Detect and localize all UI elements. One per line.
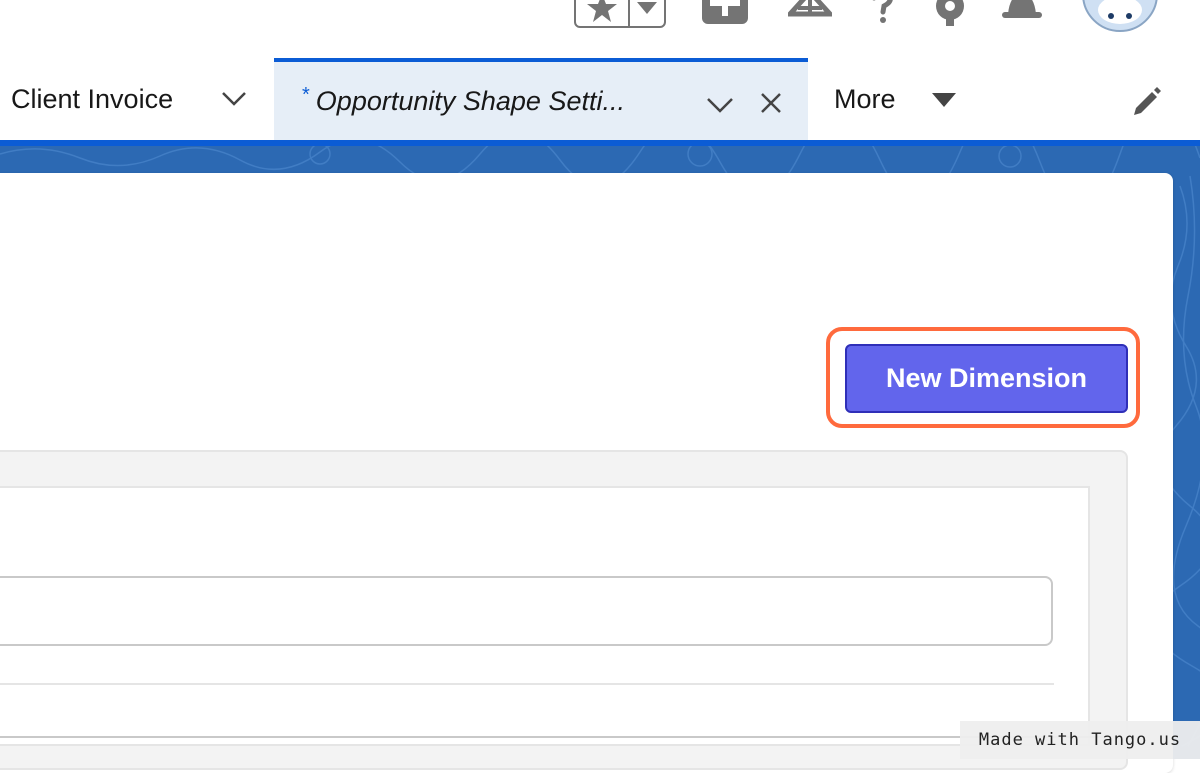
section-divider xyxy=(0,683,1054,685)
global-header xyxy=(0,0,1200,58)
favorites-menu-button[interactable] xyxy=(630,0,664,26)
notifications-button[interactable] xyxy=(1000,0,1044,24)
trailhead-icon xyxy=(788,0,832,17)
avatar[interactable] xyxy=(1082,0,1158,32)
caret-down-icon xyxy=(932,93,956,107)
tab-client-invoice[interactable]: Client Invoice xyxy=(0,58,272,140)
gear-icon xyxy=(936,0,964,26)
unsaved-marker: * xyxy=(302,83,310,106)
tab-opportunity-label: Opportunity Shape Setti... xyxy=(315,85,625,116)
favorites-group xyxy=(574,0,666,28)
chevron-down-icon[interactable] xyxy=(221,91,247,107)
favorite-star-button[interactable] xyxy=(576,0,630,26)
help-button[interactable] xyxy=(870,0,894,24)
workspace-tab-bar: Client Invoice * Opportunity Shape Setti… xyxy=(0,58,1200,140)
text-input[interactable] xyxy=(0,576,1053,646)
setup-button[interactable] xyxy=(930,0,970,26)
help-icon xyxy=(872,0,893,23)
close-icon[interactable] xyxy=(760,92,782,114)
tab-client-invoice-label: Client Invoice xyxy=(11,83,174,114)
chevron-down-icon[interactable] xyxy=(706,97,734,113)
chevron-down-icon xyxy=(637,2,657,14)
pencil-icon xyxy=(1134,87,1161,115)
bell-icon xyxy=(1002,0,1042,18)
star-icon xyxy=(587,0,617,22)
tab-more[interactable]: More xyxy=(834,58,994,140)
tab-more-label: More xyxy=(834,83,896,114)
tab-opportunity-shape-settings[interactable]: * Opportunity Shape Setti... xyxy=(274,58,808,140)
plus-icon xyxy=(702,0,748,24)
edit-nav-items-button[interactable] xyxy=(1130,86,1162,123)
trailhead-button[interactable] xyxy=(788,0,832,24)
global-actions-button[interactable] xyxy=(702,0,748,24)
new-dimension-button[interactable]: New Dimension xyxy=(845,344,1128,413)
bottom-border xyxy=(0,736,1110,738)
tango-watermark: Made with Tango.us xyxy=(960,721,1200,759)
user-avatar-icon xyxy=(1098,0,1142,24)
